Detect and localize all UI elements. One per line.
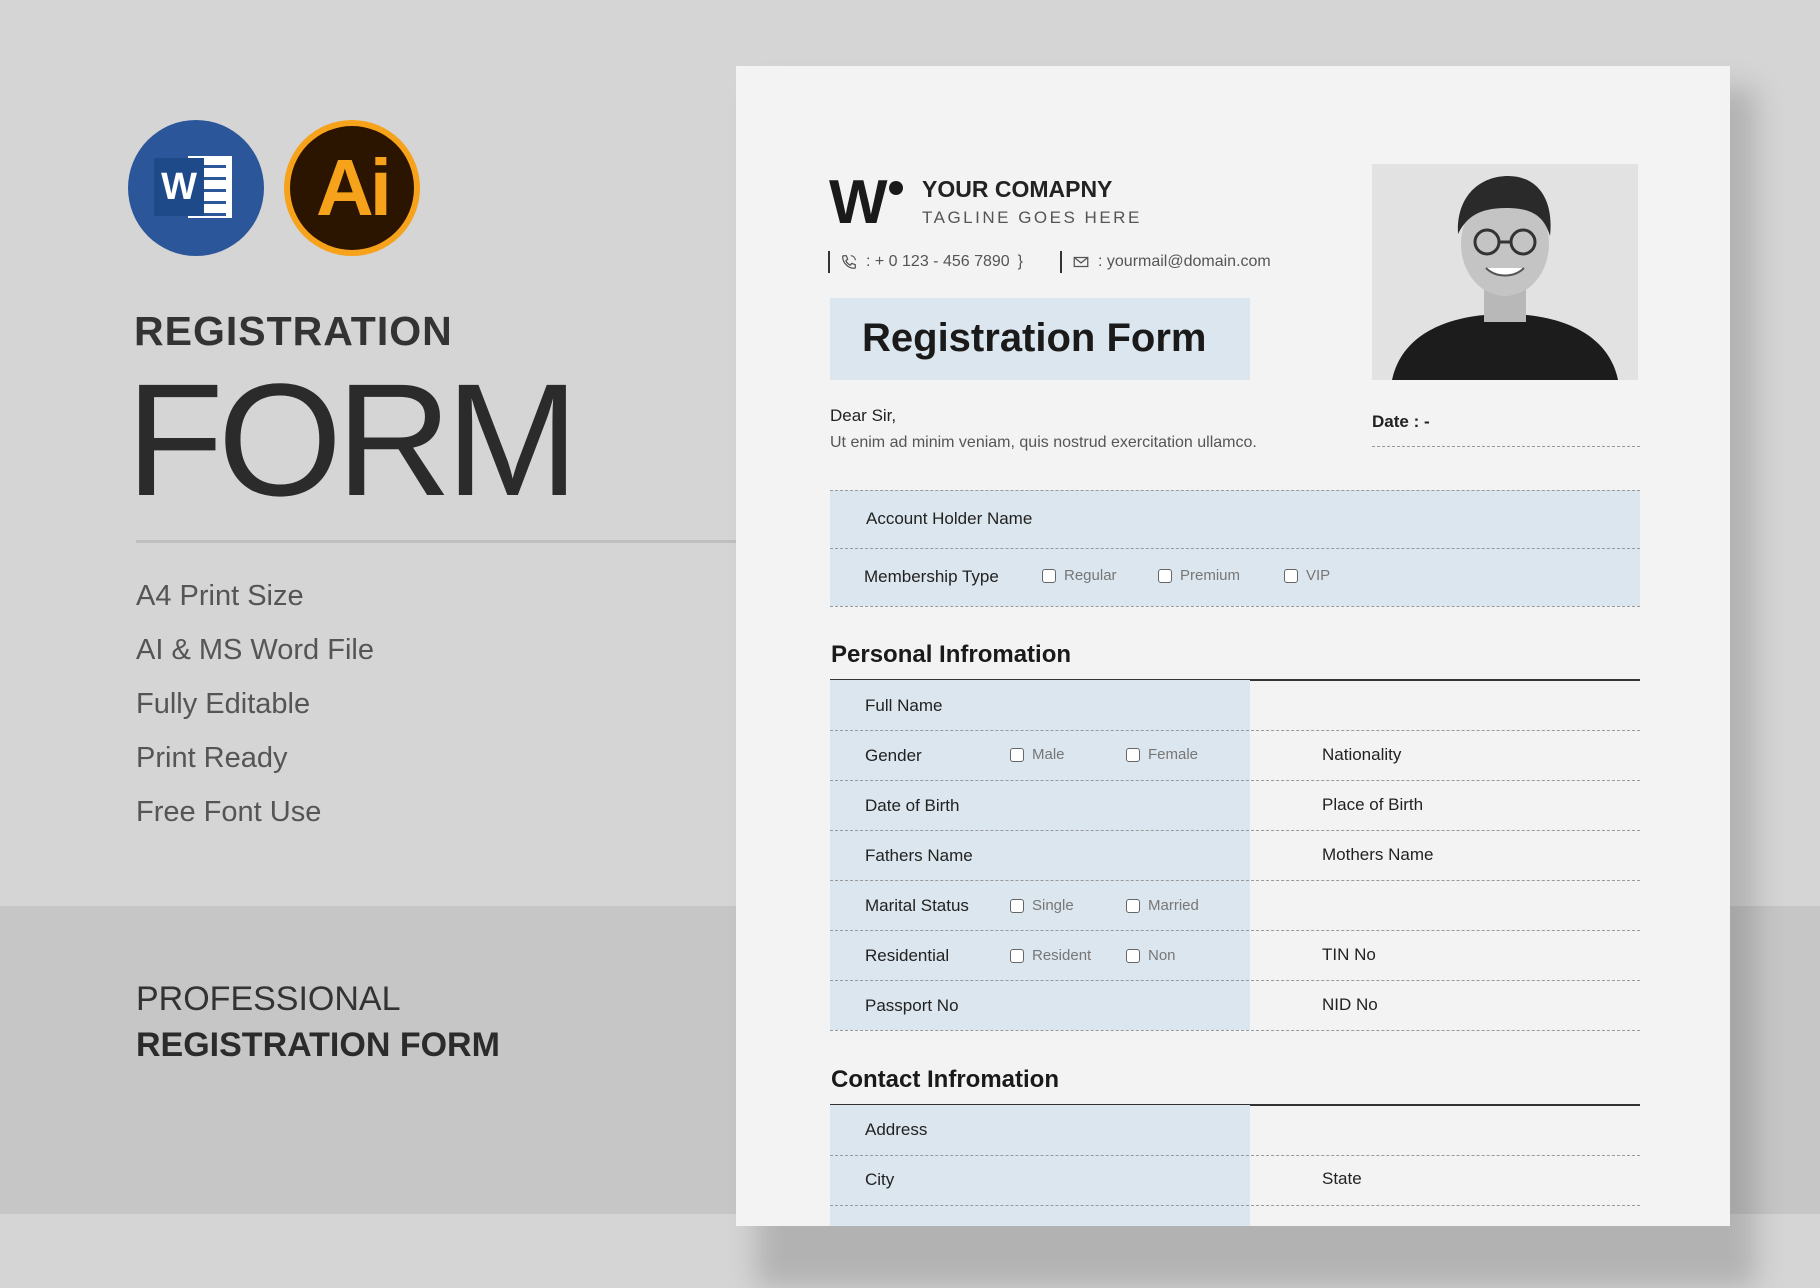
form-title: Registration Form [862,316,1207,360]
contact-section-title: Contact Infromation [831,1066,1059,1093]
tin-label: TIN No [1322,945,1376,964]
phone-icon [842,255,856,269]
membership-premium-checkbox[interactable]: Premium [1158,567,1240,584]
dob-label: Date of Birth [865,796,960,815]
date-field[interactable] [1372,446,1640,447]
account-holder-label: Account Holder Name [866,509,1033,528]
place-of-birth-label: Place of Birth [1322,795,1424,814]
mother-name-label: Mothers Name [1322,845,1434,864]
hero-kicker: REGISTRATION [134,308,453,354]
email-address: : yourmail@domain.com [1098,253,1271,270]
profile-photo [1372,164,1638,380]
word-letter: W [154,158,204,216]
word-icon: W [128,120,264,256]
membership-regular-checkbox[interactable]: Regular [1042,567,1117,584]
footer-line-2: REGISTRATION FORM [136,1026,500,1064]
feature-item: Fully Editable [136,688,311,720]
illustrator-icon: Ai [284,120,420,256]
date-label: Date : - [1372,412,1430,431]
gender-male-checkbox[interactable]: Male [1010,746,1065,763]
full-name-label: Full Name [865,696,943,715]
feature-item: Print Ready [136,742,288,774]
footer-title: PROFESSIONAL REGISTRATION FORM [136,976,500,1068]
feature-item: Free Font Use [136,796,322,828]
hero-title: FORM [126,350,579,529]
form-document: W YOUR COMAPNY TAGLINE GOES HERE : + 0 1… [736,66,1730,1226]
company-tagline: TAGLINE GOES HERE [922,208,1142,227]
nid-label: NID No [1322,995,1378,1014]
feature-list: A4 Print Size AI & MS Word File Fully Ed… [136,576,374,846]
form-title-box: Registration Form [830,298,1250,380]
gender-label: Gender [865,746,922,765]
membership-vip-checkbox[interactable]: VIP [1284,567,1330,584]
address-label: Address [865,1120,928,1139]
email-contact: : yourmail@domain.com [1060,251,1271,273]
company-logo: W [829,172,903,234]
phone-contact: : + 0 123 - 456 7890 } [828,251,1023,273]
passport-label: Passport No [865,996,959,1015]
greeting: Dear Sir, [830,406,897,425]
residential-non-checkbox[interactable]: Non [1126,947,1176,964]
feature-item: AI & MS Word File [136,634,374,666]
marital-status-label: Marital Status [865,896,969,915]
phone-number: : + 0 123 - 456 7890 [866,253,1010,270]
divider-line [136,540,736,543]
company-name: YOUR COMAPNY [922,176,1113,202]
marital-married-checkbox[interactable]: Married [1126,897,1199,914]
app-icons: W Ai [128,120,420,256]
footer-line-1: PROFESSIONAL [136,980,401,1018]
illustrator-letters: Ai [290,126,414,250]
city-label: City [865,1170,895,1189]
marital-single-checkbox[interactable]: Single [1010,897,1074,914]
feature-item: A4 Print Size [136,580,304,612]
person-silhouette [1372,164,1638,380]
mail-icon [1073,256,1089,268]
state-label: State [1322,1169,1362,1188]
residential-label: Residential [865,946,950,965]
nationality-label: Nationality [1322,745,1402,764]
residential-resident-checkbox[interactable]: Resident [1010,947,1091,964]
father-name-label: Fathers Name [865,846,973,865]
intro-text: Ut enim ad minim veniam, quis nostrud ex… [830,434,1257,451]
membership-type-label: Membership Type [864,567,999,586]
gender-female-checkbox[interactable]: Female [1126,746,1198,763]
personal-section-title: Personal Infromation [831,641,1072,668]
